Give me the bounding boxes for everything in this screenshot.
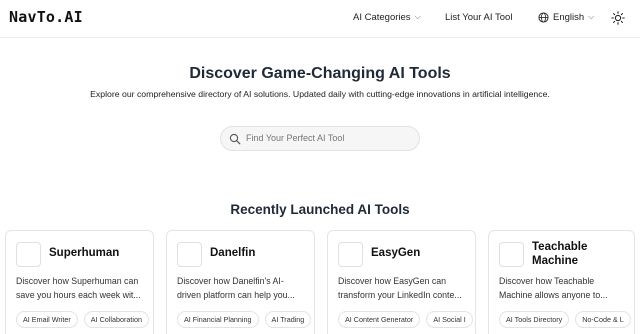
nav-list-your-tool-label: List Your AI Tool	[445, 12, 513, 23]
tool-logo	[338, 242, 363, 267]
search-icon	[229, 133, 241, 145]
tool-tag[interactable]: AI Content Generator	[338, 311, 421, 328]
tool-logo	[16, 242, 41, 267]
site-logo[interactable]: NavTo.AI	[9, 8, 83, 26]
tool-card-danelfin[interactable]: Danelfin Discover how Danelfin's AI-driv…	[166, 230, 315, 334]
sun-icon[interactable]	[611, 11, 625, 25]
tool-description: Discover how Teachable Machine allows an…	[499, 276, 608, 300]
tool-name: Teachable Machine	[532, 241, 588, 267]
nav-list-your-tool[interactable]: List Your AI Tool	[445, 12, 512, 23]
globe-icon	[538, 12, 549, 23]
tool-card-easygen[interactable]: EasyGen Discover how EasyGen can transfo…	[327, 230, 476, 334]
tool-tag[interactable]: AI Tools Directory	[499, 311, 570, 328]
tool-tag[interactable]: AI Trading	[264, 311, 312, 328]
search-bar[interactable]	[220, 126, 420, 151]
recently-launched-title: Recently Launched AI Tools	[230, 202, 410, 217]
language-label: English	[553, 12, 585, 23]
hero-subtitle: Explore our comprehensive directory of A…	[90, 89, 550, 99]
chevron-down-icon: ⌵	[414, 11, 421, 21]
tool-card-superhuman[interactable]: Superhuman Discover how Superhuman can s…	[5, 230, 154, 334]
nav-ai-categories-label: AI Categories	[353, 12, 411, 23]
tool-tag[interactable]: No-Code & L	[575, 311, 631, 328]
nav-ai-categories[interactable]: AI Categories ⌵	[353, 11, 421, 24]
tool-logo	[499, 242, 524, 267]
tool-tag[interactable]: AI Financial Planning	[177, 311, 259, 328]
chevron-down-icon: ⌵	[588, 11, 595, 21]
tool-name: EasyGen	[371, 247, 421, 259]
site-header: NavTo.AI AI Categories ⌵ List Your AI To…	[0, 0, 640, 38]
search-input[interactable]	[246, 133, 411, 143]
tool-description: Discover how EasyGen can transform your …	[338, 276, 462, 300]
tool-name: Superhuman	[49, 247, 120, 259]
tool-name: Danelfin	[210, 247, 256, 259]
tool-tag[interactable]: AI Email Writer	[16, 311, 78, 328]
tool-logo	[177, 242, 202, 267]
language-selector[interactable]: English ⌵	[538, 12, 594, 23]
tool-tag[interactable]: AI Collaboration	[83, 311, 149, 328]
hero-title: Discover Game-Changing AI Tools	[189, 65, 451, 82]
tool-description: Discover how Superhuman can save you hou…	[16, 276, 141, 300]
tool-description: Discover how Danelfin's AI-driven platfo…	[177, 276, 295, 300]
tool-card-teachable-machine[interactable]: Teachable Machine Discover how Teachable…	[488, 230, 635, 334]
tool-tag[interactable]: AI Social I	[426, 311, 473, 328]
